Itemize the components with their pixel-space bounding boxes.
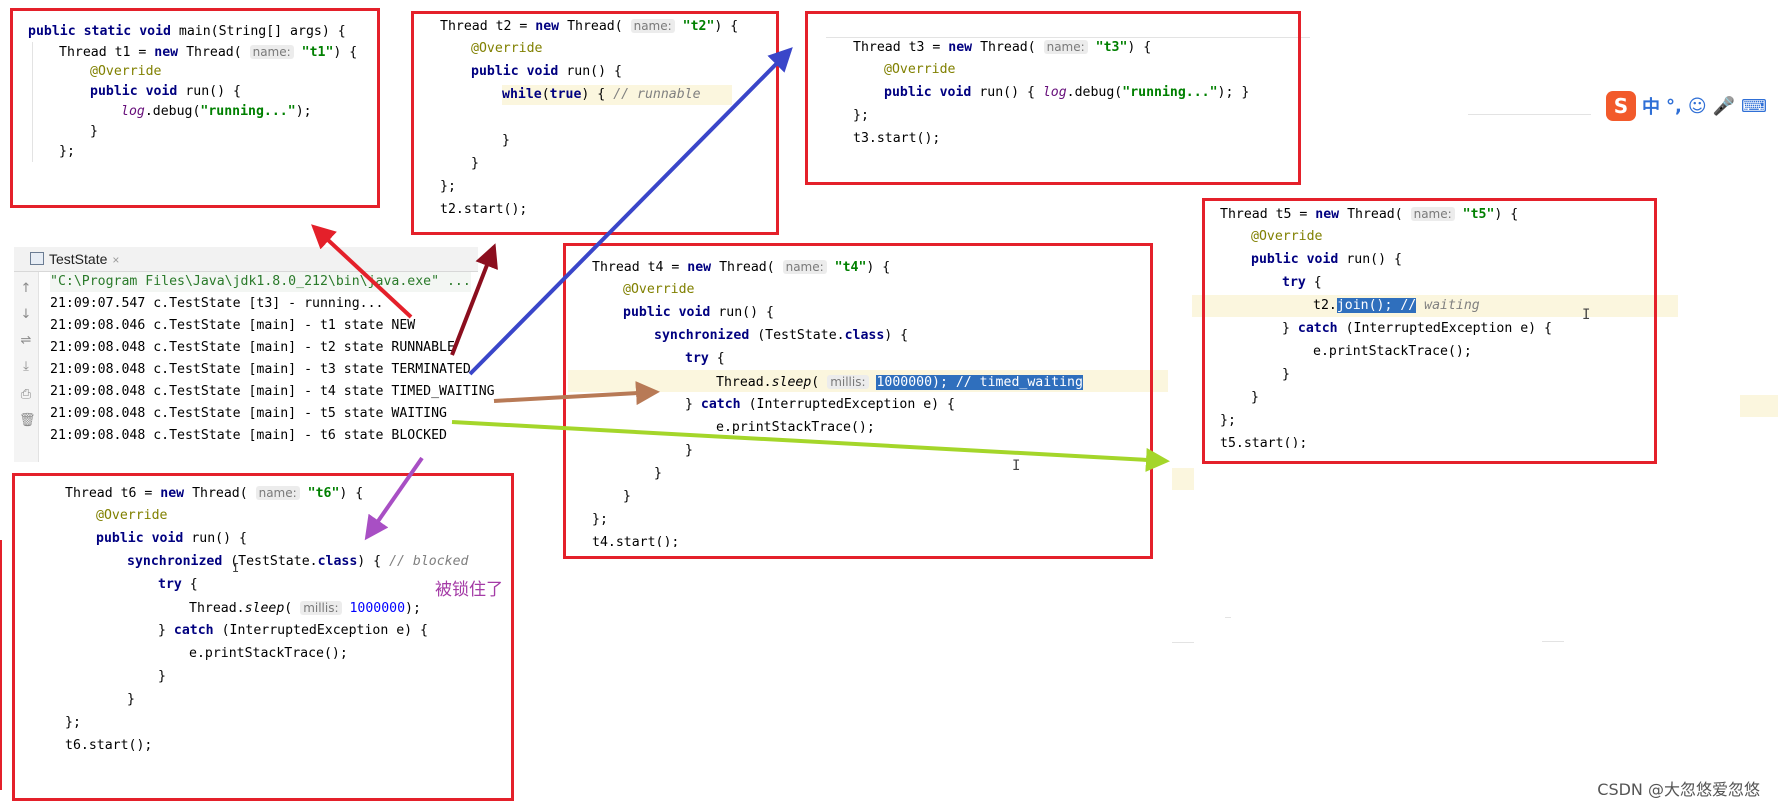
console-command-line: "C:\Program Files\Java\jdk1.8.0_212\bin\… <box>50 272 471 292</box>
highlight-box-t3 <box>805 11 1301 185</box>
ime-keyboard-icon[interactable]: ⌨ <box>1741 96 1767 117</box>
sogou-logo-icon[interactable]: S <box>1606 91 1636 121</box>
highlight-box-t4 <box>563 243 1153 559</box>
caret-line-highlight <box>1740 395 1778 417</box>
scroll-down-icon[interactable]: ↓ <box>19 308 33 322</box>
edge-marker <box>0 540 2 790</box>
scroll-to-end-icon[interactable]: ⤓ <box>19 360 33 374</box>
close-tab-icon[interactable]: × <box>112 253 119 267</box>
console-header: TestState × <box>14 247 478 272</box>
trash-icon[interactable]: 🗑 <box>19 414 36 428</box>
highlight-box-t6 <box>12 473 514 801</box>
csdn-watermark: CSDN @大忽悠爱忽悠 <box>1597 780 1760 799</box>
console-output-line: 21:09:08.048 c.TestState [main] - t2 sta… <box>50 340 455 355</box>
console-toolbar: ↑ ↓ ⇌ ⤓ ⎙ 🗑 <box>14 272 39 462</box>
soft-wrap-icon[interactable]: ⇌ <box>19 334 33 348</box>
background-line <box>1468 114 1591 115</box>
console-output-line: 21:09:08.048 c.TestState [main] - t3 sta… <box>50 362 471 377</box>
background-line <box>1225 617 1231 618</box>
highlight-box-t1 <box>10 8 380 208</box>
highlight-box-t2 <box>411 11 779 235</box>
text-cursor-icon: I <box>232 561 240 575</box>
print-icon[interactable]: ⎙ <box>19 388 33 402</box>
run-config-icon <box>30 252 44 265</box>
background-line <box>1172 642 1194 643</box>
ime-emoji-icon[interactable]: ☺ <box>1688 96 1707 117</box>
text-cursor-icon: I <box>1012 458 1021 474</box>
caret-line-highlight <box>1172 468 1194 490</box>
ime-toolbar[interactable]: S 中 °, ☺ 🎤 ⌨ <box>1606 91 1767 121</box>
ime-punctuation-icon[interactable]: °, <box>1666 96 1682 117</box>
console-output-line: 21:09:08.046 c.TestState [main] - t1 sta… <box>50 318 416 333</box>
ime-chinese-mode[interactable]: 中 <box>1642 93 1660 119</box>
console-tab[interactable]: TestState × <box>30 247 119 271</box>
scroll-up-icon[interactable]: ↑ <box>19 282 33 296</box>
console-output-line: 21:09:08.048 c.TestState [main] - t6 sta… <box>50 428 447 443</box>
console-output-line: 21:09:08.048 c.TestState [main] - t4 sta… <box>50 384 495 399</box>
console-output-line: 21:09:07.547 c.TestState [t3] - running.… <box>50 296 384 311</box>
text-cursor-icon: I <box>1582 307 1591 323</box>
background-line <box>1542 641 1564 642</box>
ime-mic-icon[interactable]: 🎤 <box>1713 96 1735 117</box>
blocked-annotation: 被锁住了 <box>435 580 503 600</box>
highlight-box-t5 <box>1202 198 1657 464</box>
console-output-line: 21:09:08.048 c.TestState [main] - t5 sta… <box>50 406 447 421</box>
